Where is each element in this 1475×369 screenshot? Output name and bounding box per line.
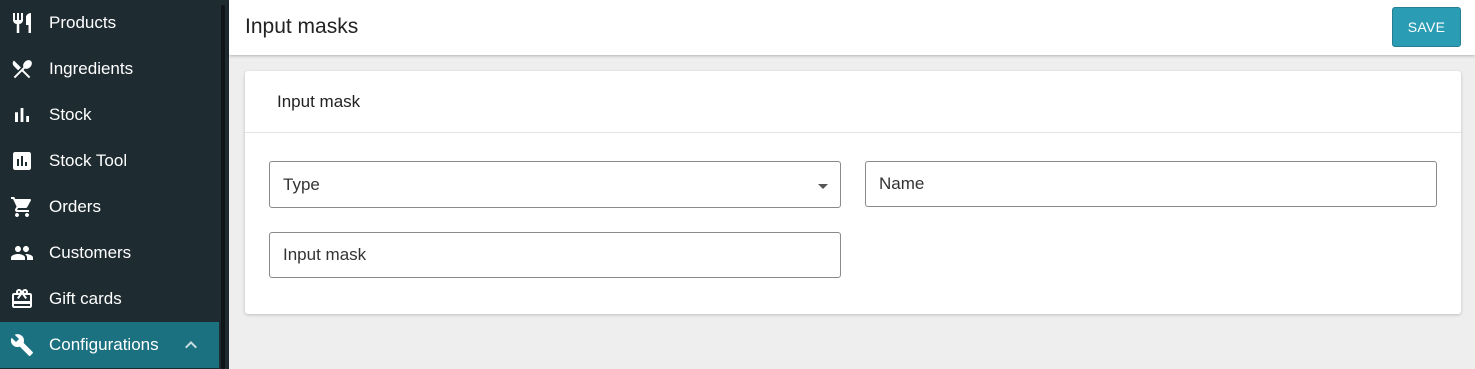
shopping-cart-icon <box>10 195 34 219</box>
input-mask-field[interactable] <box>269 232 841 278</box>
sidebar-item-label: Gift cards <box>49 289 122 308</box>
caret-down-icon <box>817 179 829 191</box>
sidebar-item-stock[interactable]: Stock <box>0 92 219 138</box>
sidebar-item-ingredients[interactable]: Ingredients <box>0 46 219 92</box>
name-field[interactable] <box>865 161 1437 207</box>
chevron-up-icon[interactable] <box>179 333 203 357</box>
sidebar-item-stock-tool[interactable]: Stock Tool <box>0 138 219 184</box>
sidebar: Products Ingredients Stock Stock Tool Or… <box>0 0 229 369</box>
name-input[interactable] <box>866 162 1436 206</box>
people-icon <box>10 241 34 265</box>
sidebar-item-products[interactable]: Products <box>0 0 219 46</box>
save-button[interactable]: SAVE <box>1392 7 1461 47</box>
type-select-label: Type <box>283 175 320 194</box>
sidebar-item-label: Ingredients <box>49 59 134 78</box>
spoon-knife-crossed-icon <box>10 57 34 81</box>
input-mask-input[interactable] <box>270 233 840 277</box>
sidebar-item-label: Configurations <box>49 335 159 354</box>
sidebar-item-label: Customers <box>49 243 132 262</box>
fork-knife-icon <box>10 11 34 35</box>
type-select[interactable]: Type <box>269 161 841 208</box>
page-title: Input masks <box>245 15 359 38</box>
sidebar-item-orders[interactable]: Orders <box>0 184 219 230</box>
sidebar-item-label: Stock <box>49 105 92 124</box>
card-title: Input mask <box>277 92 361 111</box>
bar-chart-icon <box>10 103 34 127</box>
wrench-icon <box>10 333 34 357</box>
sidebar-item-configurations[interactable]: Configurations <box>0 322 219 368</box>
sidebar-item-label: Products <box>49 13 117 32</box>
sidebar-item-customers[interactable]: Customers <box>0 230 219 276</box>
gift-card-icon <box>10 287 34 311</box>
top-bar: Input masks SAVE <box>229 0 1475 55</box>
sidebar-item-gift-cards[interactable]: Gift cards <box>0 276 219 322</box>
input-mask-card: Input mask Type <box>245 71 1461 314</box>
sidebar-scrollbar[interactable] <box>221 5 225 369</box>
sidebar-item-label: Stock Tool <box>49 151 128 170</box>
chart-box-icon <box>10 149 34 173</box>
sidebar-item-label: Orders <box>49 197 101 216</box>
card-divider <box>245 132 1461 133</box>
